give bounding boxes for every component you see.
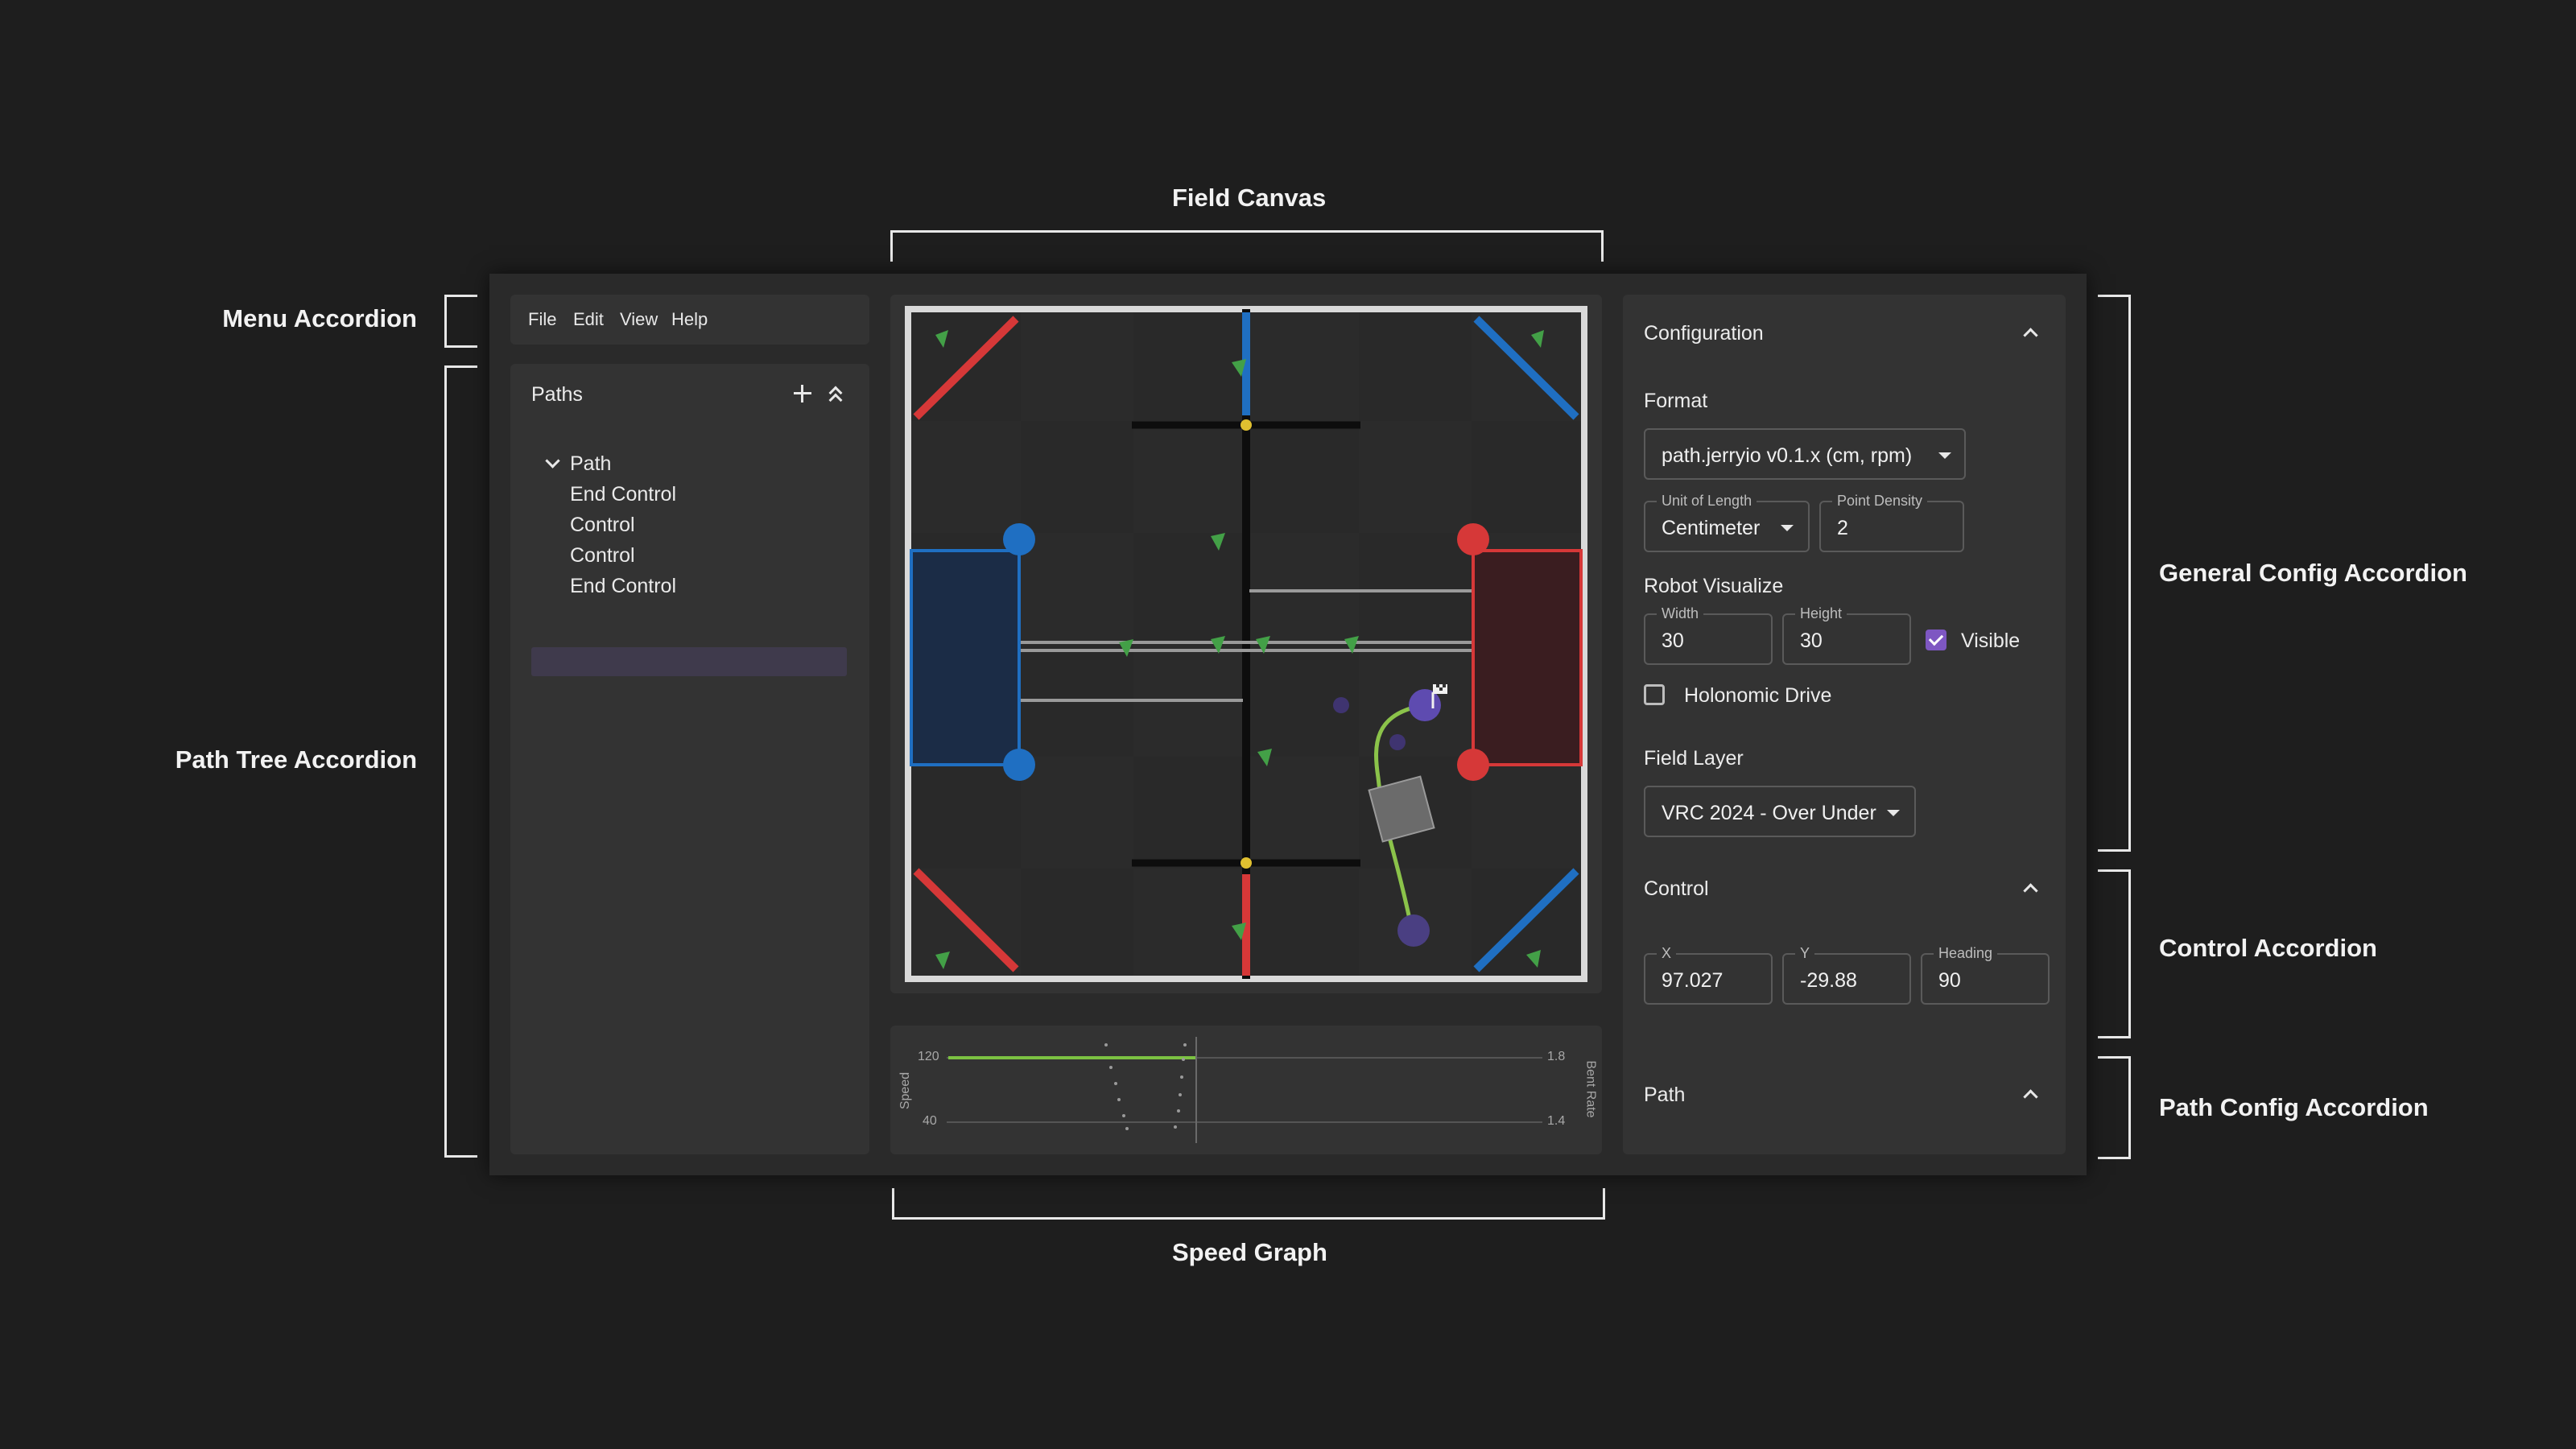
tree-item-end-control-1[interactable]: End Control	[570, 483, 676, 506]
annotation-control-accordion: Control Accordion	[2159, 934, 2377, 962]
chevron-down-icon	[1938, 452, 1951, 459]
menu-edit[interactable]: Edit	[573, 309, 604, 330]
path-tree-accordion: Paths Path End Control Control Control E…	[510, 364, 869, 1154]
bent-rate-axis-label: Bent Rate	[1583, 1060, 1598, 1118]
tree-item-control-1[interactable]: Control	[570, 514, 635, 537]
path-config-collapse-chevron-icon[interactable]	[2023, 1089, 2038, 1104]
selected-row-highlight	[531, 647, 847, 676]
field-layer-select[interactable]: VRC 2024 - Over Under	[1644, 786, 1916, 837]
chevron-down-icon	[1887, 810, 1900, 816]
paths-title: Paths	[531, 383, 583, 406]
format-label: Format	[1644, 390, 1708, 412]
format-select[interactable]: path.jerryio v0.1.x (cm, rpm)	[1644, 428, 1966, 480]
speed-graph-panel: 120 40 1.8 1.4 Speed Bent Rate	[890, 1026, 1602, 1154]
control-x-field[interactable]: X 97.027	[1644, 945, 1773, 1005]
width-value: 30	[1662, 630, 1684, 652]
red-goal	[1472, 549, 1583, 766]
goal-post-blue-top	[1003, 523, 1035, 555]
bent-rate-tick-top: 1.8	[1547, 1050, 1566, 1063]
control-collapse-chevron-icon[interactable]	[2023, 883, 2038, 898]
bracket-menu	[444, 295, 477, 348]
chevron-down-icon	[1781, 525, 1794, 531]
bracket-general-config	[2098, 295, 2131, 852]
y-value: -29.88	[1800, 969, 1857, 992]
annotation-menu-accordion: Menu Accordion	[222, 304, 417, 332]
control-point-2	[1333, 697, 1349, 713]
holonomic-drive-label: Holonomic Drive	[1684, 684, 1832, 707]
config-panel: Configuration Format path.jerryio v0.1.x…	[1623, 295, 2066, 1154]
app-window: File Edit View Help Paths Path End Contr…	[489, 274, 2087, 1175]
config-title: Configuration	[1644, 322, 1764, 345]
menu-view[interactable]: View	[620, 309, 658, 330]
goal-post-blue-bottom	[1003, 749, 1035, 781]
format-value: path.jerryio v0.1.x (cm, rpm)	[1662, 444, 1913, 467]
bracket-speed-graph	[892, 1188, 1605, 1220]
unit-legend: Unit of Length	[1657, 493, 1757, 510]
x-value: 97.027	[1662, 969, 1724, 992]
y-legend: Y	[1795, 945, 1815, 962]
tree-item-control-2[interactable]: Control	[570, 544, 635, 568]
tree-item-end-control-2[interactable]: End Control	[570, 575, 676, 598]
point-density-field[interactable]: Point Density 2	[1819, 493, 1964, 552]
elevation-cap-bottom	[1241, 857, 1252, 869]
field-layer-value: VRC 2024 - Over Under	[1662, 802, 1876, 824]
bracket-path-tree	[444, 365, 477, 1158]
unit-value: Centimeter	[1662, 517, 1761, 539]
robot-height-field[interactable]: Height 30	[1782, 605, 1911, 665]
width-legend: Width	[1657, 605, 1704, 622]
bracket-field-canvas	[890, 230, 1604, 262]
bracket-control	[2098, 869, 2131, 1038]
field-canvas-panel	[890, 295, 1602, 993]
heading-legend: Heading	[1934, 945, 1998, 962]
field-canvas[interactable]	[890, 295, 1602, 993]
annotation-path-tree-accordion: Path Tree Accordion	[175, 745, 417, 774]
goal-post-red-top	[1457, 523, 1489, 555]
blue-goal	[910, 549, 1021, 766]
checkmark-icon	[1928, 630, 1944, 646]
control-point-4	[1397, 914, 1430, 947]
annotation-field-canvas: Field Canvas	[1172, 184, 1327, 212]
bent-rate-tick-bottom: 1.4	[1547, 1114, 1566, 1128]
annotation-path-config-accordion: Path Config Accordion	[2159, 1093, 2429, 1121]
control-heading-field[interactable]: Heading 90	[1921, 945, 2050, 1005]
heading-value: 90	[1938, 969, 1961, 992]
collapse-all-icon[interactable]	[824, 382, 848, 407]
add-path-icon[interactable]	[791, 382, 815, 406]
speed-axis-tick-bottom: 40	[923, 1114, 937, 1128]
menu-file[interactable]: File	[528, 309, 556, 330]
path-expand-chevron-icon[interactable]	[545, 453, 560, 469]
elevation-cap-top	[1241, 419, 1252, 431]
control-title: Control	[1644, 877, 1709, 900]
speed-axis-label: Speed	[898, 1071, 913, 1110]
bracket-path-config	[2098, 1056, 2131, 1159]
robot-visualize-label: Robot Visualize	[1644, 575, 1784, 597]
path-config-title: Path	[1644, 1084, 1686, 1106]
robot-width-field[interactable]: Width 30	[1644, 605, 1773, 665]
goal-post-red-bottom	[1457, 749, 1489, 781]
height-legend: Height	[1795, 605, 1847, 622]
menu-help[interactable]: Help	[671, 309, 708, 330]
annotation-speed-graph: Speed Graph	[1172, 1238, 1327, 1266]
height-value: 30	[1800, 630, 1823, 652]
field-layer-label: Field Layer	[1644, 747, 1744, 770]
x-legend: X	[1657, 945, 1677, 962]
unit-of-length-select[interactable]: Unit of Length Centimeter	[1644, 493, 1810, 552]
density-legend: Point Density	[1832, 493, 1928, 510]
tree-item-path[interactable]: Path	[570, 452, 611, 476]
speed-axis-tick-top: 120	[918, 1050, 939, 1063]
visible-checkbox[interactable]	[1926, 630, 1946, 650]
density-value: 2	[1837, 517, 1848, 539]
holonomic-drive-checkbox[interactable]	[1644, 684, 1665, 705]
annotation-general-config-accordion: General Config Accordion	[2159, 559, 2467, 587]
speed-graph[interactable]	[890, 1026, 1602, 1154]
config-collapse-chevron-icon[interactable]	[2023, 328, 2038, 343]
control-y-field[interactable]: Y -29.88	[1782, 945, 1911, 1005]
visible-label: Visible	[1961, 630, 2021, 652]
menu-accordion: File Edit View Help	[510, 295, 869, 345]
control-point-3	[1389, 734, 1406, 750]
